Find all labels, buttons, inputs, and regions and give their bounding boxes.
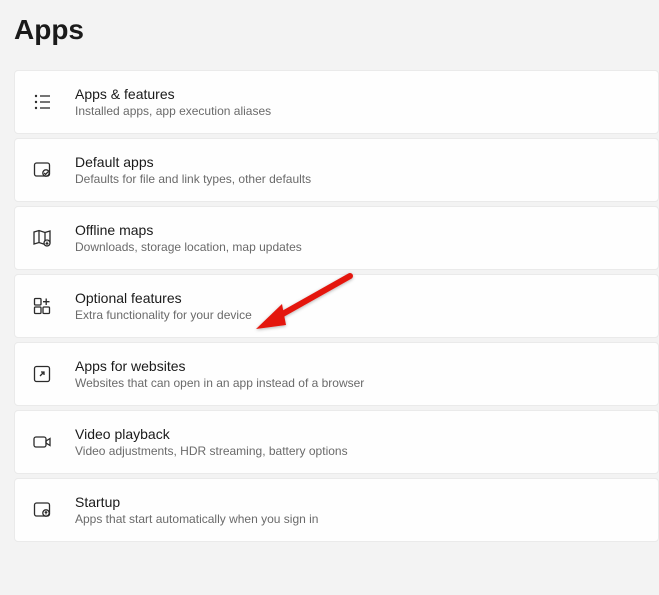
card-title: Optional features bbox=[75, 290, 252, 306]
card-desc: Extra functionality for your device bbox=[75, 308, 252, 322]
card-title: Apps for websites bbox=[75, 358, 364, 374]
settings-card-list: Apps & features Installed apps, app exec… bbox=[0, 70, 659, 542]
card-title: Video playback bbox=[75, 426, 348, 442]
card-title: Default apps bbox=[75, 154, 311, 170]
apps-and-features-card[interactable]: Apps & features Installed apps, app exec… bbox=[14, 70, 659, 134]
optional-features-icon bbox=[31, 295, 53, 317]
video-playback-card[interactable]: Video playback Video adjustments, HDR st… bbox=[14, 410, 659, 474]
card-desc: Defaults for file and link types, other … bbox=[75, 172, 311, 186]
card-title: Startup bbox=[75, 494, 318, 510]
card-desc: Downloads, storage location, map updates bbox=[75, 240, 302, 254]
startup-icon bbox=[31, 499, 53, 521]
card-title: Offline maps bbox=[75, 222, 302, 238]
offline-maps-card[interactable]: Offline maps Downloads, storage location… bbox=[14, 206, 659, 270]
card-desc: Video adjustments, HDR streaming, batter… bbox=[75, 444, 348, 458]
optional-features-card[interactable]: Optional features Extra functionality fo… bbox=[14, 274, 659, 338]
card-desc: Websites that can open in an app instead… bbox=[75, 376, 364, 390]
offline-maps-icon bbox=[31, 227, 53, 249]
page-title: Apps bbox=[0, 0, 659, 70]
default-apps-card[interactable]: Default apps Defaults for file and link … bbox=[14, 138, 659, 202]
apps-for-websites-card[interactable]: Apps for websites Websites that can open… bbox=[14, 342, 659, 406]
card-title: Apps & features bbox=[75, 86, 271, 102]
startup-card[interactable]: Startup Apps that start automatically wh… bbox=[14, 478, 659, 542]
apps-features-icon bbox=[31, 91, 53, 113]
video-playback-icon bbox=[31, 431, 53, 453]
apps-for-websites-icon bbox=[31, 363, 53, 385]
default-apps-icon bbox=[31, 159, 53, 181]
card-desc: Installed apps, app execution aliases bbox=[75, 104, 271, 118]
card-desc: Apps that start automatically when you s… bbox=[75, 512, 318, 526]
